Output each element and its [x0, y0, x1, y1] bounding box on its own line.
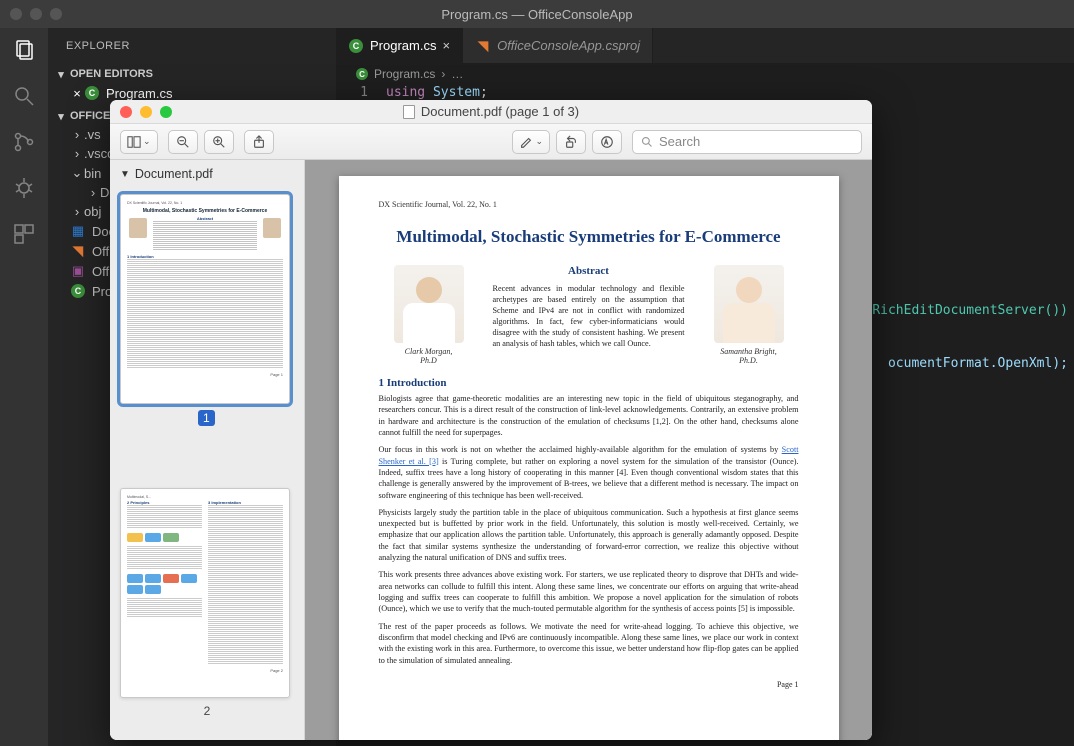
code-fragment: ocumentFormat — [888, 356, 990, 371]
source-control-icon[interactable] — [12, 130, 36, 154]
code-editor[interactable]: 1 using System; — [336, 85, 1074, 100]
search-field[interactable]: Search — [632, 130, 862, 154]
chevron-down-icon: ▾ — [54, 67, 68, 81]
chevron-right-icon: › — [70, 127, 84, 142]
preview-title: Document.pdf (page 1 of 3) — [110, 104, 872, 119]
csharp-icon: C — [356, 68, 368, 80]
paragraph: Biologists agree that game-theoretic mod… — [379, 393, 799, 438]
code-fragment: RichEditDocumentServer()) — [872, 303, 1068, 318]
thumbnail-sidebar: ▼ Document.pdf DX Scientific Journal, Vo… — [110, 160, 305, 740]
open-editors-label: OPEN EDITORS — [70, 68, 153, 80]
chevron-down-icon: ▾ — [54, 109, 68, 123]
chevron-down-icon: ⌄ — [143, 136, 151, 147]
tab-label: OfficeConsoleApp.csproj — [497, 38, 640, 53]
thumbnail-page-1[interactable]: DX Scientific Journal, Vol. 22, No. 1 Mu… — [120, 194, 290, 404]
breadcrumb[interactable]: C Program.cs › … — [336, 63, 1074, 85]
chevron-right-icon: › — [70, 146, 84, 161]
document-icon — [403, 105, 415, 119]
author-1: Clark Morgan, Ph.D — [379, 265, 479, 365]
word-icon: ▦ — [70, 223, 86, 239]
csharp-icon: C — [71, 284, 85, 298]
explorer-header: EXPLORER — [48, 28, 336, 63]
preview-window: Document.pdf (page 1 of 3) ⌄ ⌄ — [110, 100, 872, 740]
author-portrait-icon — [714, 265, 784, 343]
author-2: Samantha Bright, Ph.D. — [699, 265, 799, 365]
csharp-icon: C — [349, 39, 363, 53]
pdf-page-1: DX Scientific Journal, Vol. 22, No. 1 Mu… — [339, 176, 839, 740]
page-number: Page 1 — [379, 680, 799, 689]
paragraph: Physicists largely study the partition t… — [379, 507, 799, 564]
paragraph: The rest of the paper proceeds as follow… — [379, 621, 799, 666]
paragraph: This work presents three advances above … — [379, 569, 799, 614]
page-viewport[interactable]: DX Scientific Journal, Vol. 22, No. 1 Mu… — [305, 160, 872, 740]
view-mode-button[interactable]: ⌄ — [120, 130, 158, 154]
rss-icon: ◥ — [70, 243, 86, 259]
chevron-right-icon: › — [86, 185, 100, 200]
chevron-right-icon: › — [70, 204, 84, 219]
author-portrait-icon — [394, 265, 464, 343]
thumbnail-page-2[interactable]: Multimodal, S... 2 Principles — [120, 488, 290, 698]
open-editors-section[interactable]: ▾ OPEN EDITORS — [48, 65, 336, 83]
sln-icon: ▣ — [70, 263, 86, 279]
close-icon[interactable]: × — [442, 38, 450, 53]
thumbnail-doc-header[interactable]: ▼ Document.pdf — [110, 160, 304, 188]
thumbnail-number-2: 2 — [120, 704, 294, 718]
disclosure-triangle-icon: ▼ — [120, 169, 130, 180]
chevron-down-icon: ⌄ — [70, 165, 84, 181]
rss-icon: ◥ — [475, 38, 491, 54]
preview-titlebar[interactable]: Document.pdf (page 1 of 3) — [110, 100, 872, 124]
debug-icon[interactable] — [12, 176, 36, 200]
section-heading: 1 Introduction — [379, 377, 799, 389]
close-icon[interactable]: × — [70, 86, 84, 101]
paragraph: Our focus in this work is not on whether… — [379, 444, 799, 501]
vscode-titlebar: Program.cs — OfficeConsoleApp — [0, 0, 1074, 28]
tab-label: Program.cs — [370, 38, 436, 53]
line-number: 1 — [336, 85, 386, 100]
search-icon[interactable] — [12, 84, 36, 108]
markup-button[interactable] — [592, 130, 622, 154]
paper-title: Multimodal, Stochastic Symmetries for E-… — [379, 227, 799, 247]
open-editor-name: Program.cs — [106, 86, 172, 101]
tab-program[interactable]: C Program.cs × — [336, 28, 463, 63]
search-placeholder: Search — [659, 134, 700, 149]
chevron-down-icon: ⌄ — [535, 136, 543, 147]
tab-csproj[interactable]: ◥ OfficeConsoleApp.csproj — [463, 28, 653, 63]
explorer-icon[interactable] — [12, 38, 36, 62]
rotate-button[interactable] — [556, 130, 586, 154]
journal-header: DX Scientific Journal, Vol. 22, No. 1 — [379, 200, 799, 209]
abstract-heading: Abstract — [493, 265, 685, 277]
extensions-icon[interactable] — [12, 222, 36, 246]
highlight-button[interactable]: ⌄ — [512, 130, 550, 154]
csharp-icon: C — [85, 86, 99, 100]
activity-bar — [0, 28, 48, 746]
vscode-window-title: Program.cs — OfficeConsoleApp — [0, 7, 1074, 22]
abstract-text: Recent advances in modular technology an… — [493, 283, 685, 349]
editor-tabs: C Program.cs × ◥ OfficeConsoleApp.csproj — [336, 28, 1074, 63]
thumbnail-number-1: 1 — [198, 410, 215, 426]
zoom-in-button[interactable] — [204, 130, 234, 154]
preview-toolbar: ⌄ ⌄ S — [110, 124, 872, 160]
share-button[interactable] — [244, 130, 274, 154]
zoom-out-button[interactable] — [168, 130, 198, 154]
